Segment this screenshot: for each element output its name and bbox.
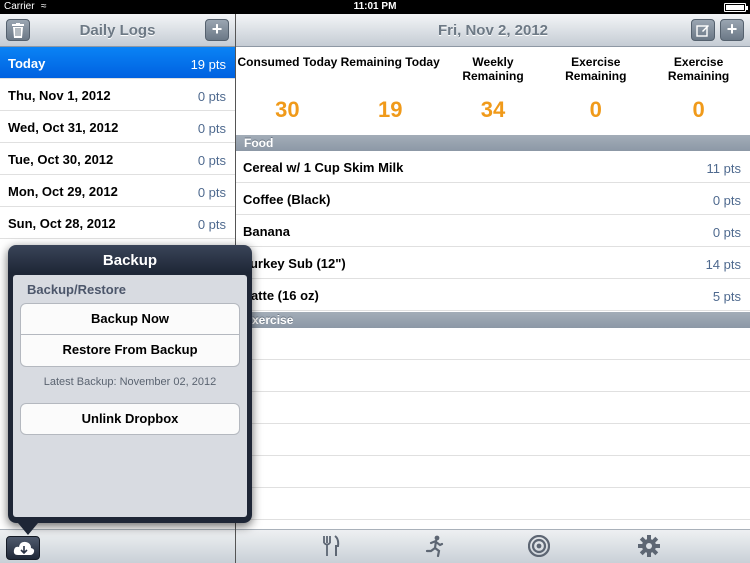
- log-row-today[interactable]: Today 19 pts: [0, 47, 235, 79]
- food-points: 0 pts: [712, 193, 741, 208]
- empty-row: [236, 424, 750, 456]
- backup-restore-header: Backup/Restore: [27, 282, 126, 297]
- popover-title: Backup: [102, 252, 158, 269]
- status-bar: Carrier ≈ 11:01 PM: [0, 0, 750, 14]
- log-row[interactable]: Sun, Oct 28, 2012 0 pts: [0, 207, 235, 239]
- backup-now-button[interactable]: Backup Now: [20, 303, 240, 335]
- stat-exercise-remaining-2: Exercise Remaining 0: [647, 47, 750, 149]
- log-date: Mon, Oct 29, 2012: [8, 184, 118, 199]
- food-name: Banana: [243, 224, 290, 239]
- backup-cloud-button[interactable]: [6, 536, 40, 560]
- log-date: Today: [8, 56, 46, 71]
- food-points: 0 pts: [712, 225, 741, 240]
- stat-value: 0: [589, 97, 602, 122]
- clock: 11:01 PM: [353, 1, 397, 12]
- unlink-dropbox-button[interactable]: Unlink Dropbox: [20, 403, 240, 435]
- log-points: 0 pts: [197, 217, 226, 232]
- log-points: 0 pts: [197, 185, 226, 200]
- food-name: Turkey Sub (12"): [243, 256, 346, 271]
- stat-value: 19: [377, 97, 403, 122]
- stat-consumed-today: Consumed Today 30: [236, 47, 339, 149]
- plus-icon: +: [211, 19, 223, 39]
- detail-pane: Fri, Nov 2, 2012 + Consumed Today 30 Rem…: [236, 14, 750, 563]
- battery-icon: [724, 3, 748, 12]
- stat-label: Weekly Remaining: [462, 55, 524, 83]
- tab-food[interactable]: [322, 535, 346, 559]
- runner-icon: [425, 535, 444, 558]
- log-row[interactable]: Thu, Nov 1, 2012 0 pts: [0, 79, 235, 111]
- restore-from-backup-button[interactable]: Restore From Backup: [20, 335, 240, 367]
- log-date: Sun, Oct 28, 2012: [8, 216, 116, 231]
- log-row[interactable]: Mon, Oct 29, 2012 0 pts: [0, 175, 235, 207]
- log-date: Tue, Oct 30, 2012: [8, 152, 114, 167]
- latest-backup-label: Latest Backup: November 02, 2012: [43, 376, 217, 388]
- food-points: 14 pts: [705, 257, 741, 272]
- add-item-button[interactable]: +: [720, 19, 744, 41]
- log-points: 0 pts: [197, 89, 226, 104]
- popover-body: Backup/Restore Backup Now Restore From B…: [13, 275, 247, 517]
- food-points: 5 pts: [712, 289, 741, 304]
- stat-value: 34: [480, 97, 506, 122]
- log-points: 0 pts: [197, 153, 226, 168]
- exercise-list: [236, 328, 750, 520]
- log-date: Thu, Nov 1, 2012: [8, 88, 111, 103]
- edit-button[interactable]: [691, 19, 715, 41]
- plus-icon: +: [726, 19, 738, 39]
- food-row[interactable]: Coffee (Black) 0 pts: [236, 183, 750, 215]
- food-name: Coffee (Black): [243, 192, 331, 207]
- tab-goals[interactable]: [527, 534, 552, 559]
- stat-label: Exercise Remaining: [667, 55, 730, 83]
- stat-weekly-remaining: Weekly Remaining 34: [442, 47, 545, 149]
- cloud-icon: [13, 541, 35, 555]
- master-navbar: Daily Logs +: [0, 14, 235, 47]
- food-name: Latte (16 oz): [243, 288, 319, 303]
- food-name: Cereal w/ 1 Cup Skim Milk: [243, 160, 404, 175]
- empty-row: [236, 328, 750, 360]
- fork-knife-icon: [323, 535, 340, 556]
- empty-row: [236, 488, 750, 520]
- popover-arrow: [18, 523, 38, 535]
- log-row[interactable]: Tue, Oct 30, 2012 0 pts: [0, 143, 235, 175]
- stat-value: 30: [275, 97, 300, 122]
- empty-row: [236, 456, 750, 488]
- food-row[interactable]: Turkey Sub (12") 14 pts: [236, 247, 750, 279]
- detail-navbar: Fri, Nov 2, 2012 +: [236, 14, 750, 47]
- food-row[interactable]: Banana 0 pts: [236, 215, 750, 247]
- tab-settings[interactable]: [638, 535, 662, 559]
- exercise-section-header: Exercise: [236, 312, 750, 328]
- food-points: 11 pts: [706, 161, 741, 176]
- add-log-button[interactable]: +: [205, 19, 229, 41]
- gear-icon: [638, 535, 660, 557]
- summary-stats: Consumed Today 30 Remaining Today 19 Wee…: [236, 47, 750, 149]
- backup-popover: Backup Backup/Restore Backup Now Restore…: [8, 245, 252, 535]
- log-date: Wed, Oct 31, 2012: [8, 120, 119, 135]
- food-list: Cereal w/ 1 Cup Skim Milk 11 pts Coffee …: [236, 151, 750, 311]
- stat-label: Consumed Today: [237, 55, 338, 69]
- stat-remaining-today: Remaining Today 19: [339, 47, 442, 149]
- target-icon: [527, 534, 551, 558]
- tab-exercise[interactable]: [424, 535, 448, 559]
- stat-label: Exercise Remaining: [565, 55, 627, 83]
- empty-row: [236, 392, 750, 424]
- tab-bar: [236, 529, 750, 563]
- master-title: Daily Logs: [79, 22, 156, 39]
- stat-exercise-remaining: Exercise Remaining 0: [544, 47, 647, 149]
- compose-icon: [696, 25, 709, 37]
- detail-title: Fri, Nov 2, 2012: [437, 22, 549, 39]
- stat-label: Remaining Today: [340, 55, 440, 69]
- empty-row: [236, 360, 750, 392]
- log-points: 0 pts: [197, 121, 226, 136]
- stat-value: 0: [692, 97, 705, 122]
- food-row[interactable]: Latte (16 oz) 5 pts: [236, 279, 750, 311]
- log-row[interactable]: Wed, Oct 31, 2012 0 pts: [0, 111, 235, 143]
- log-list: Today 19 pts Thu, Nov 1, 2012 0 pts Wed,…: [0, 47, 235, 239]
- food-row[interactable]: Cereal w/ 1 Cup Skim Milk 11 pts: [236, 151, 750, 183]
- log-points: 19 pts: [190, 57, 226, 72]
- food-section-header: Food: [236, 135, 750, 151]
